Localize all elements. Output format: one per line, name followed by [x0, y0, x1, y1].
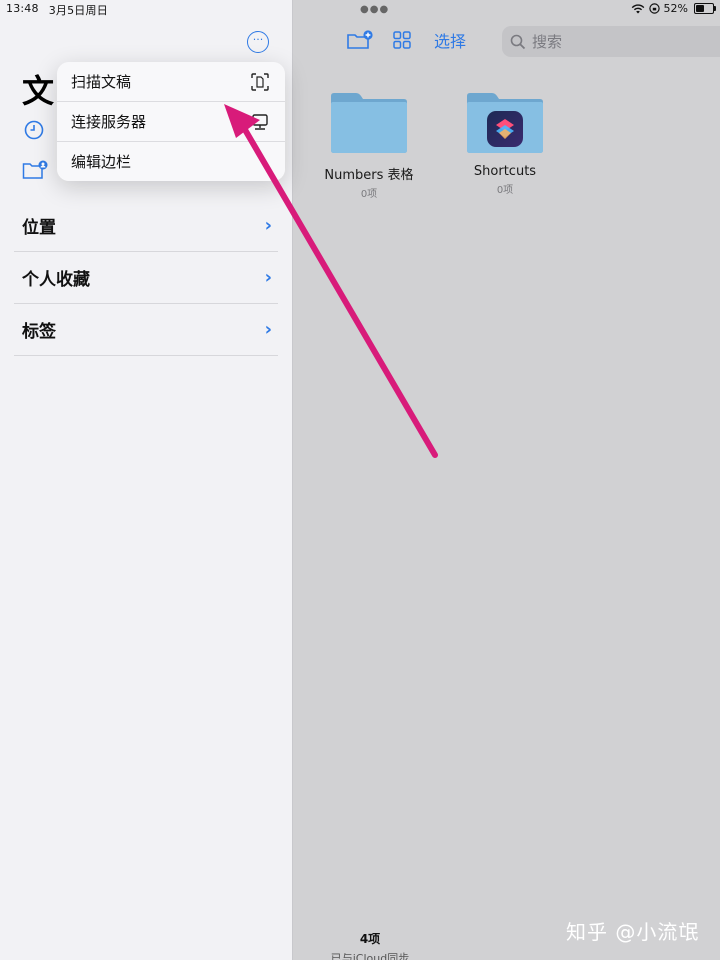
status-time: 13:48 [6, 2, 39, 15]
menu-item-label: 编辑边栏 [71, 153, 132, 171]
more-options-menu: 扫描文稿 连接服务器 编辑边栏 [57, 62, 285, 181]
battery-icon [694, 3, 716, 14]
more-options-button[interactable]: ··· [247, 31, 269, 53]
sidebar-sections: 位置 › 个人收藏 › 标签 › [14, 200, 278, 356]
chevron-right-icon: › [264, 319, 272, 340]
sidebar-item-locations[interactable]: 位置 › [14, 200, 278, 252]
new-folder-icon[interactable] [346, 30, 374, 50]
sidebar-item-tags[interactable]: 标签 › [14, 304, 278, 356]
status-date: 3月5日周日 [48, 4, 108, 17]
folder-item-count: 0项 [496, 185, 514, 196]
shortcuts-app-icon [487, 111, 523, 147]
search-input[interactable]: 搜索 [502, 26, 720, 57]
orientation-lock-icon [648, 3, 660, 14]
wifi-icon [631, 3, 644, 13]
battery-percent: 52% [663, 2, 688, 15]
folder-icon [331, 93, 407, 153]
folder-numbers[interactable]: Numbers 表格 0项 [309, 92, 429, 200]
select-button[interactable]: 选择 [434, 28, 466, 52]
item-count: 4项 [359, 932, 381, 946]
search-placeholder: 搜索 [532, 33, 563, 51]
status-bar-right: 52% [631, 2, 716, 15]
search-icon [510, 34, 526, 49]
section-label: 位置 [22, 218, 56, 238]
ipad-screen: 13:48 3月5日周日 ●●● 52% ··· 文 位置 › 个人收藏 › 标… [0, 0, 720, 960]
folder-item-count: 0项 [360, 189, 378, 200]
scan-document-icon [251, 72, 269, 91]
sidebar-item-favorites[interactable]: 个人收藏 › [14, 252, 278, 304]
menu-item-label: 扫描文稿 [71, 73, 132, 91]
watermark: 知乎 @小流氓 [566, 920, 700, 944]
menu-item-connect-server[interactable]: 连接服务器 [57, 102, 285, 142]
grid-view-icon[interactable] [392, 30, 412, 50]
shared-folder-icon[interactable] [22, 160, 48, 180]
multitasking-dots-icon[interactable]: ●●● [360, 4, 389, 15]
menu-item-edit-sidebar[interactable]: 编辑边栏 [57, 142, 285, 181]
server-icon [252, 113, 268, 130]
section-label: 标签 [22, 322, 56, 342]
status-bar-left: 13:48 3月5日周日 [6, 2, 108, 18]
sync-status: 已与iCloud同步 [330, 952, 410, 960]
menu-item-scan-documents[interactable]: 扫描文稿 [57, 62, 285, 102]
toolbar: 选择 [346, 28, 466, 52]
folder-name: Numbers 表格 [324, 168, 414, 183]
menu-item-label: 连接服务器 [71, 113, 147, 131]
page-title: 文 [22, 72, 55, 110]
folder-name: Shortcuts [473, 164, 537, 179]
chevron-right-icon: › [264, 215, 272, 236]
section-label: 个人收藏 [22, 270, 90, 290]
clock-icon[interactable] [24, 120, 44, 140]
battery-fill [696, 5, 705, 12]
chevron-right-icon: › [264, 267, 272, 288]
